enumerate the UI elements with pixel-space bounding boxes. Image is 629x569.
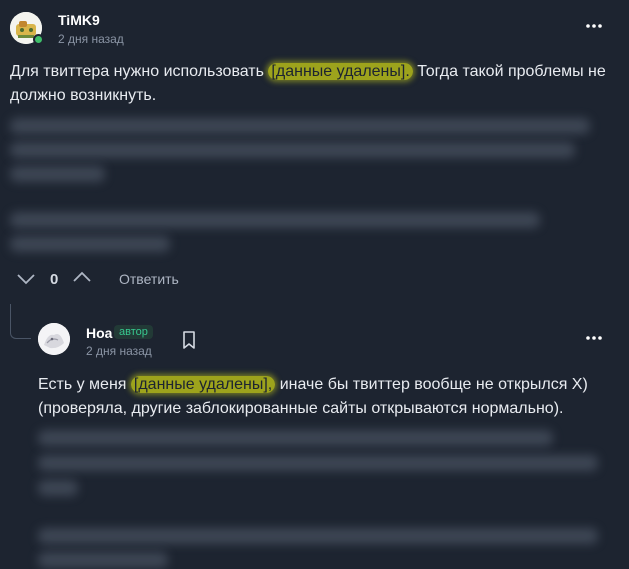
comment-username[interactable]: Ноа <box>86 325 112 341</box>
bookmark-icon[interactable] <box>179 330 199 350</box>
redacted-highlight: [данные удалены], <box>130 376 276 393</box>
redacted-highlight: [данные удалены]. <box>268 63 413 80</box>
blurred-text <box>10 118 590 134</box>
avatar-image <box>38 323 70 355</box>
chevron-down-icon[interactable] <box>16 270 36 291</box>
blurred-text <box>10 236 170 252</box>
kebab-menu-icon[interactable] <box>584 328 604 348</box>
thread-connector <box>10 304 31 339</box>
comment-text: Есть у меня [данные удалены], иначе бы т… <box>38 373 608 421</box>
comment-text: Для твиттера нужно использовать [данные … <box>10 60 610 108</box>
comment-username[interactable]: TiMK9 <box>58 12 100 28</box>
blurred-text <box>10 212 540 228</box>
avatar[interactable] <box>38 323 70 355</box>
blurred-text <box>38 430 553 446</box>
blurred-text <box>38 552 168 568</box>
kebab-menu-icon[interactable] <box>584 16 604 36</box>
comment-timestamp[interactable]: 2 дня назад <box>58 32 124 46</box>
chevron-up-icon[interactable] <box>72 268 92 289</box>
comment-text-before: Есть у меня <box>38 376 131 393</box>
blurred-text <box>10 142 575 158</box>
online-indicator <box>33 34 44 45</box>
comment-text-before: Для твиттера нужно использовать <box>10 63 269 80</box>
blurred-text <box>10 166 105 182</box>
reply-button[interactable]: Ответить <box>119 271 179 287</box>
blurred-text <box>38 528 598 544</box>
blurred-text <box>38 455 598 471</box>
vote-count: 0 <box>50 271 59 288</box>
comment-timestamp[interactable]: 2 дня назад <box>86 344 152 358</box>
blurred-text <box>38 480 78 496</box>
author-badge: автор <box>114 325 153 339</box>
